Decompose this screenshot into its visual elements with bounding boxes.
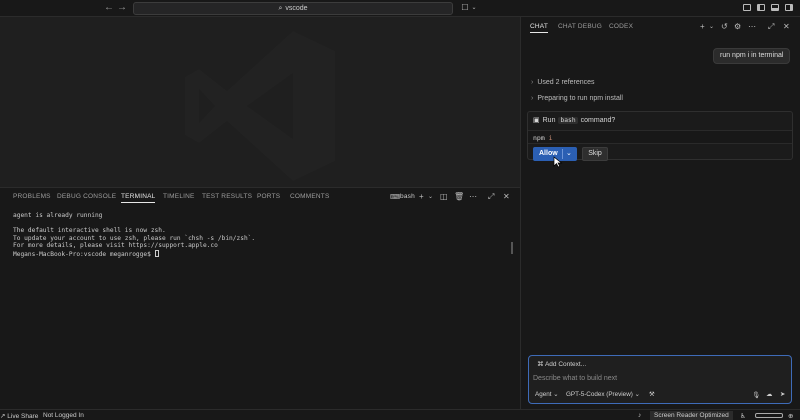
send-icon[interactable]: ➤ xyxy=(780,391,785,398)
tools-icon[interactable]: ⚒ xyxy=(649,391,655,398)
terminal-cursor xyxy=(154,249,159,257)
tab-test-results[interactable]: TEST RESULTS xyxy=(202,193,252,200)
microphone-icon[interactable]: 🎙 xyxy=(752,391,760,399)
terminal-shell-label[interactable]: bash xyxy=(400,193,415,200)
tab-chat[interactable]: CHAT xyxy=(530,23,549,33)
accessibility-icon[interactable]: ♿ xyxy=(740,412,746,420)
skip-button[interactable]: Skip xyxy=(582,147,608,161)
terminal-line: agent is already running xyxy=(13,212,103,219)
chat-panel: CHAT CHAT DEBUG CODEX + ⌄ ↺ ⚙ ⋯ ⤢ ✕ run … xyxy=(521,17,800,409)
live-share-label: Live Share xyxy=(7,413,39,420)
notifications-icon[interactable]: ⊕ xyxy=(788,412,793,420)
live-share-item[interactable]: ↗ Live Share xyxy=(0,412,38,420)
arrow-right-icon[interactable]: → xyxy=(117,2,127,14)
add-context-label: Add Context... xyxy=(544,361,587,368)
bottom-panel: PROBLEMS DEBUG CONSOLE TERMINAL TIMELINE… xyxy=(0,187,521,409)
tab-timeline[interactable]: TIMELINE xyxy=(163,193,195,200)
command-center-search[interactable]: ⌕ vscode xyxy=(133,2,453,15)
user-message: run npm i in terminal xyxy=(713,48,791,64)
terminal-prompt-line: Megans-MacBook-Pro:vscode meganrogge$ xyxy=(13,249,255,259)
tool-run-label: Run xyxy=(542,116,556,124)
login-status[interactable]: Not Logged In xyxy=(43,412,84,419)
terminal-line: The default interactive shell is now zsh… xyxy=(13,227,166,235)
screen-reader-badge[interactable]: Screen Reader Optimized xyxy=(650,411,733,420)
title-bar: ← → ⌕ vscode ☐ ⌄ xyxy=(0,0,800,17)
tool-confirmation-title: ▣ Run bash command? xyxy=(533,116,615,124)
search-label: vscode xyxy=(285,5,308,12)
chevron-down-icon[interactable]: ⌄ xyxy=(566,149,572,157)
command-arg: i xyxy=(548,134,553,142)
attach-icon: ⌘ xyxy=(537,361,544,368)
tab-ports[interactable]: PORTS xyxy=(257,193,280,200)
chat-input-toolbar: Agent ⌄ GPT-5-Codex (Preview) ⌄ ⚒ 🎙 ☁ ➤ xyxy=(533,389,789,401)
customize-layout-icon[interactable] xyxy=(743,4,751,11)
progress-item: › Preparing to run npm install xyxy=(531,95,623,102)
panel-tabs: PROBLEMS DEBUG CONSOLE TERMINAL TIMELINE… xyxy=(0,188,521,206)
tab-chat-debug[interactable]: CHAT DEBUG xyxy=(558,23,602,30)
more-actions-icon[interactable]: ⋯ xyxy=(748,22,756,32)
trash-icon[interactable]: 🗑 xyxy=(454,192,464,202)
mode-label: Agent xyxy=(535,391,552,398)
model-picker[interactable]: GPT-5-Codex (Preview) ⌄ xyxy=(566,391,640,398)
progress-indicator xyxy=(755,413,783,418)
bell-icon[interactable]: ♪ xyxy=(638,412,641,419)
chevron-down-icon[interactable]: ⌄ xyxy=(709,22,714,32)
maximize-panel-icon[interactable]: ⤢ xyxy=(488,192,494,202)
chat-input-box[interactable]: ⌘ Add Context... Describe what to build … xyxy=(528,355,792,404)
command-name: npm xyxy=(533,134,545,142)
mode-picker[interactable]: Agent ⌄ xyxy=(535,391,559,398)
chevron-right-icon: › xyxy=(531,95,534,102)
tool-shell-chip: bash xyxy=(558,116,578,124)
new-chat-icon[interactable]: + xyxy=(700,22,705,32)
chevron-down-icon[interactable]: ⌄ xyxy=(428,192,433,202)
chevron-right-icon: › xyxy=(531,79,534,86)
command-preview[interactable]: npm i xyxy=(528,130,792,144)
progress-label: Preparing to run npm install xyxy=(537,95,623,102)
status-bar: ↗ Live Share Not Logged In ♪ Screen Read… xyxy=(0,409,800,420)
toggle-primary-sidebar-icon[interactable] xyxy=(757,4,765,11)
gear-icon[interactable]: ⚙ xyxy=(734,22,741,32)
live-share-icon: ↗ xyxy=(0,413,6,420)
command-text: npm i xyxy=(533,134,553,142)
chevron-down-icon[interactable]: ⌄ xyxy=(469,3,479,13)
terminal-icon: ▣ xyxy=(533,117,540,124)
vscode-logo-watermark xyxy=(185,31,335,181)
panel-resize-handle[interactable] xyxy=(511,242,513,254)
close-panel-icon[interactable]: ✕ xyxy=(503,192,510,202)
delegate-icon[interactable]: ☁ xyxy=(766,391,772,398)
terminal-icon: ⌨ xyxy=(390,194,401,201)
terminal-line: To update your account to use zsh, pleas… xyxy=(13,234,256,242)
tool-suffix-label: command? xyxy=(580,116,616,124)
search-icon: ⌕ xyxy=(278,4,283,12)
terminal-output[interactable]: agent is already running The default inte… xyxy=(13,212,255,259)
terminal-line: For more details, please visit https://s… xyxy=(13,242,218,250)
references-item[interactable]: › Used 2 references xyxy=(531,79,595,86)
tab-problems[interactable]: PROBLEMS xyxy=(13,193,51,200)
references-label: Used 2 references xyxy=(537,79,595,86)
tab-comments[interactable]: COMMENTS xyxy=(290,193,330,200)
new-terminal-icon[interactable]: + xyxy=(419,192,424,202)
mouse-pointer-icon xyxy=(553,156,563,168)
toggle-panel-icon[interactable] xyxy=(771,4,779,11)
tab-terminal[interactable]: TERMINAL xyxy=(121,193,156,203)
history-icon[interactable]: ↺ xyxy=(721,22,728,32)
editor-area xyxy=(0,17,521,187)
terminal-prompt: Megans-MacBook-Pro:vscode meganrogge$ xyxy=(13,250,155,258)
add-context-button[interactable]: ⌘ Add Context... xyxy=(534,359,589,370)
close-icon[interactable]: ✕ xyxy=(783,22,790,32)
tab-debug-console[interactable]: DEBUG CONSOLE xyxy=(57,193,116,200)
tab-codex[interactable]: CODEX xyxy=(609,23,633,30)
toggle-secondary-sidebar-icon[interactable] xyxy=(785,4,793,11)
chat-input-placeholder[interactable]: Describe what to build next xyxy=(533,375,617,382)
more-actions-icon[interactable]: ⋯ xyxy=(469,192,477,202)
arrow-left-icon[interactable]: ← xyxy=(104,2,114,14)
split-terminal-icon[interactable]: ◫ xyxy=(440,192,448,202)
model-label: GPT-5-Codex (Preview) xyxy=(566,391,633,398)
maximize-icon[interactable]: ⤢ xyxy=(768,22,774,32)
